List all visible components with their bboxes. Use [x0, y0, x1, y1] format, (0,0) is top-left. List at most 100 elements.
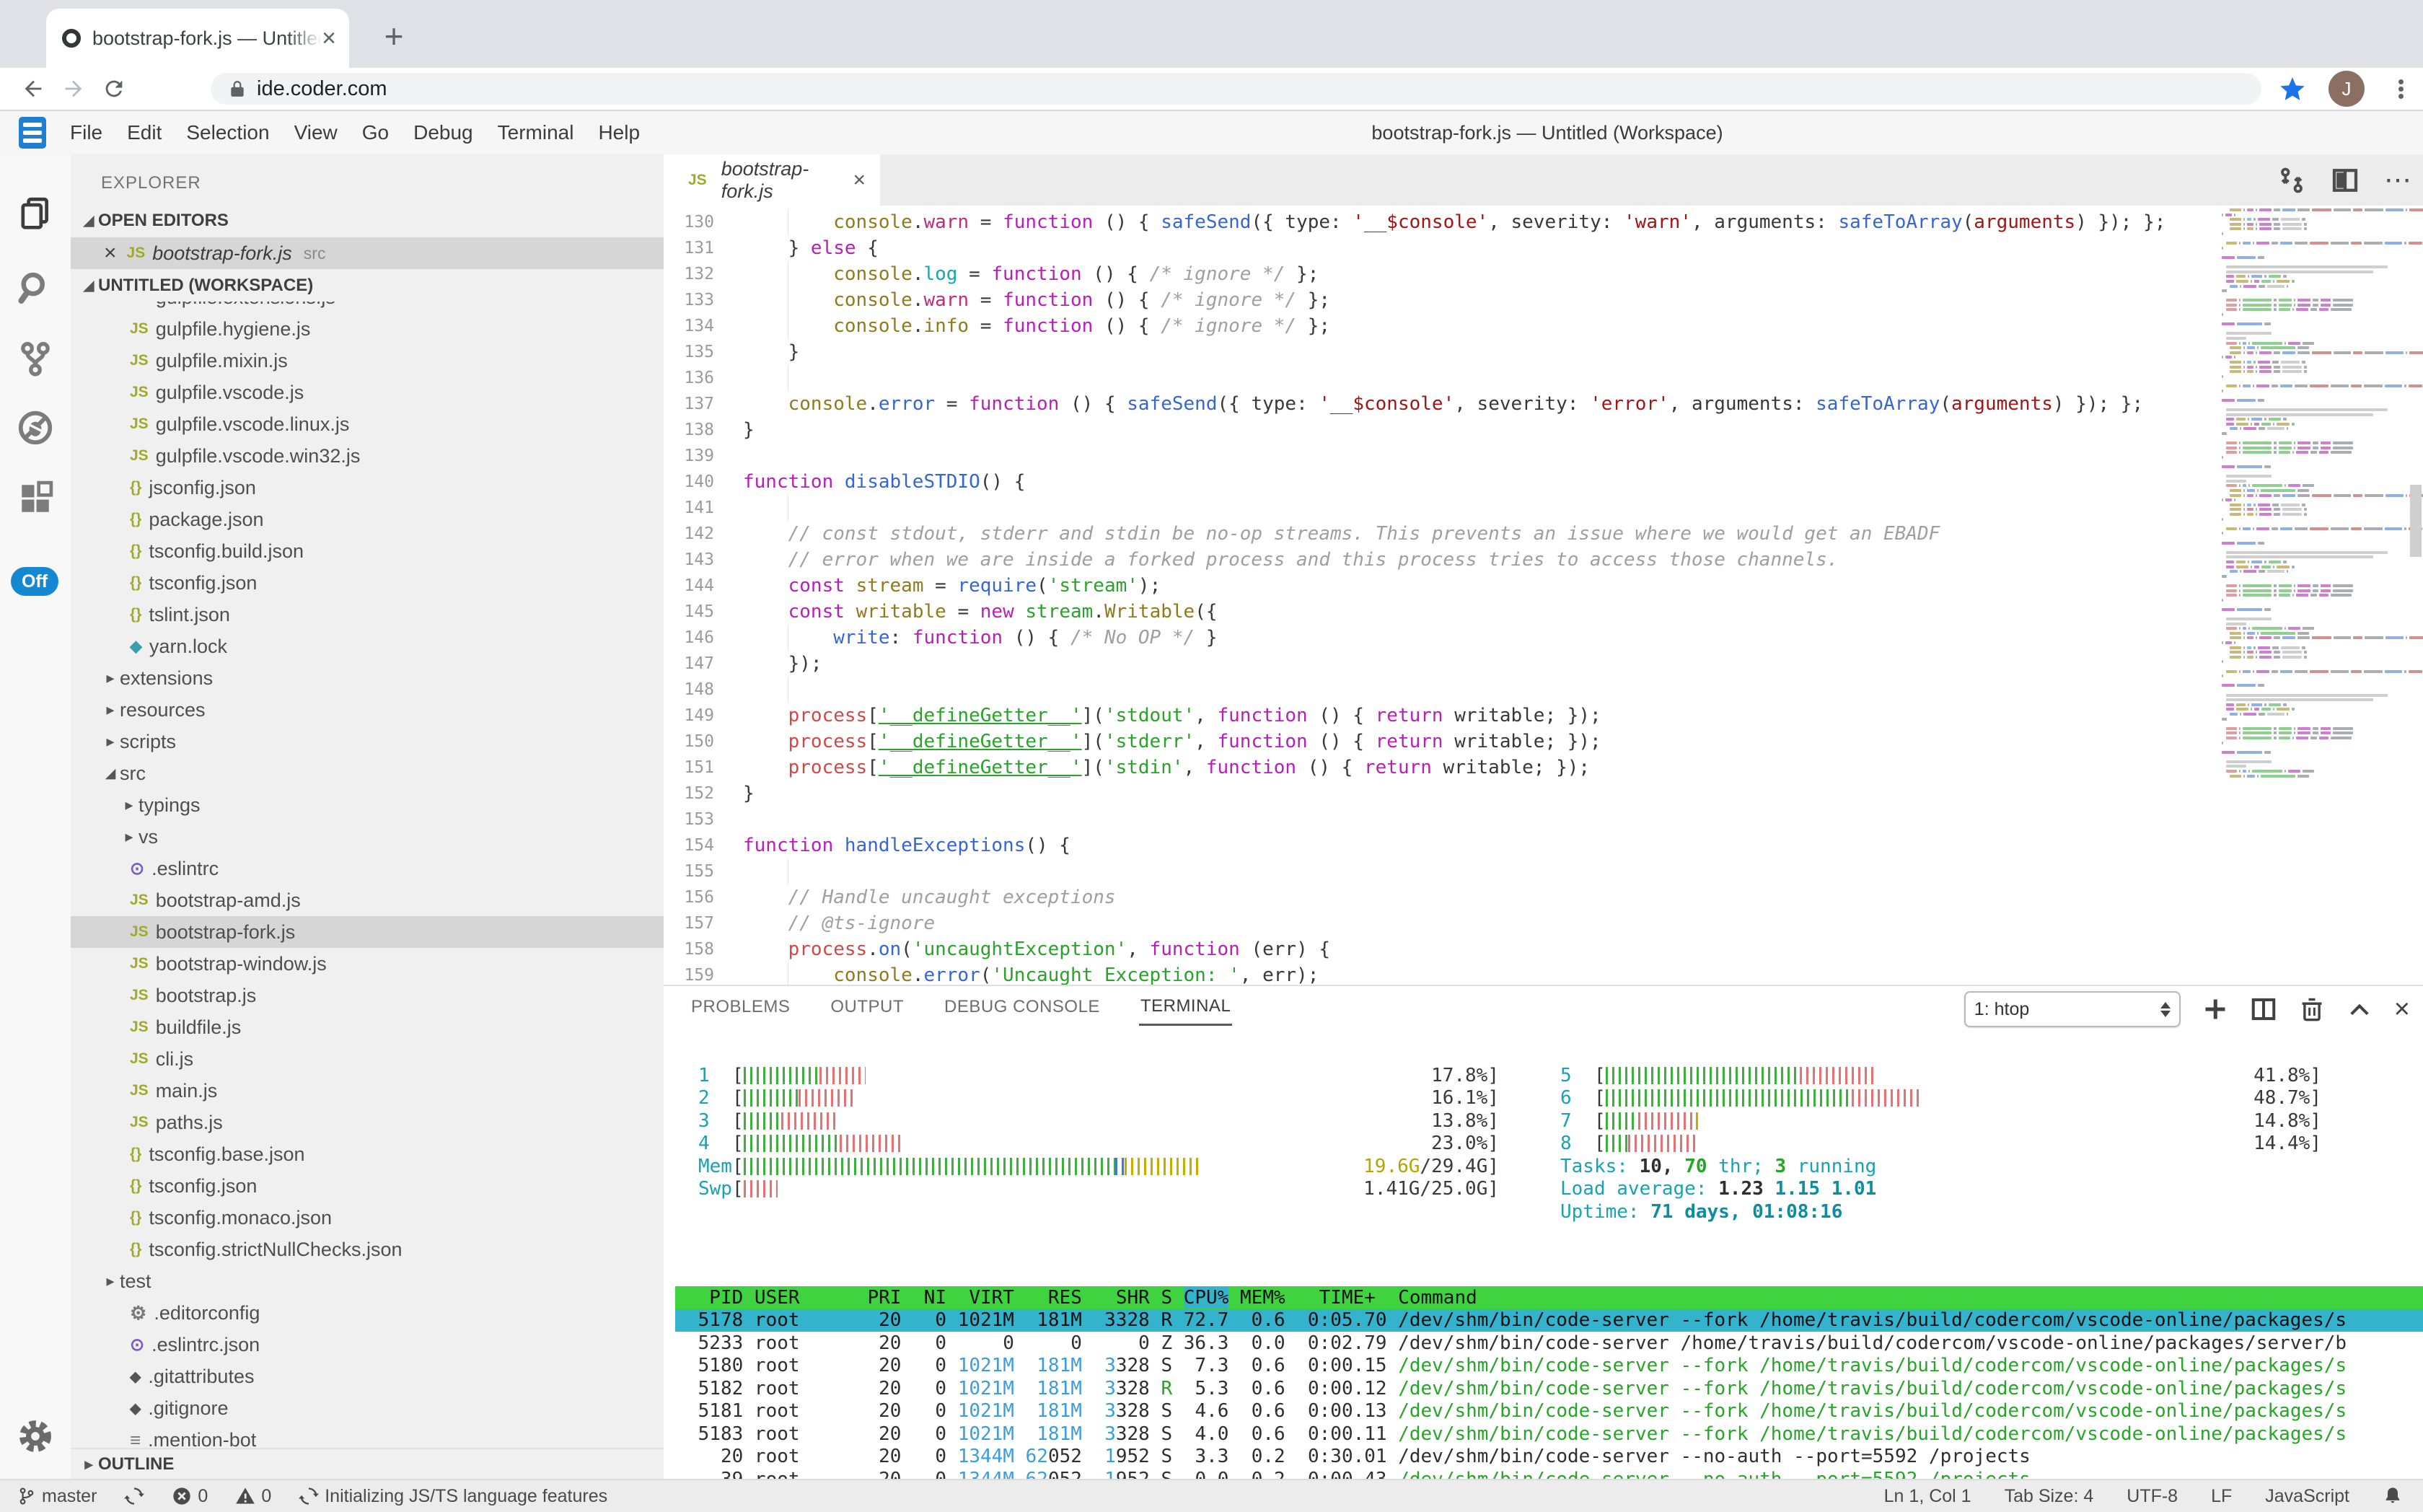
- forward-icon[interactable]: [53, 69, 94, 109]
- off-badge[interactable]: Off: [11, 567, 58, 596]
- explorer-icon[interactable]: [0, 180, 71, 245]
- split-terminal-icon[interactable]: [2250, 995, 2277, 1023]
- process-row[interactable]: 5181 root 20 0 1021M 181M 3328 S 4.6 0.6…: [675, 1400, 2423, 1423]
- tree-item[interactable]: ▸test: [71, 1265, 664, 1297]
- workspace-header[interactable]: ◢ UNTITLED (WORKSPACE): [71, 270, 664, 302]
- editor-scrollbar[interactable]: [2410, 485, 2422, 557]
- toggle-editor-layout-icon[interactable]: [2277, 166, 2306, 195]
- search-icon[interactable]: [0, 255, 71, 320]
- tree-item[interactable]: ⊙.eslintrc.json: [71, 1329, 664, 1361]
- menu-item-go[interactable]: Go: [350, 121, 401, 144]
- code-editor[interactable]: 130 console.warn = function () { safeSen…: [664, 206, 2423, 985]
- editor-tab[interactable]: JS bootstrap-fork.js ×: [664, 154, 880, 206]
- open-editors-header[interactable]: ◢ OPEN EDITORS: [71, 205, 664, 237]
- reload-icon[interactable]: [94, 69, 134, 109]
- menu-item-help[interactable]: Help: [586, 121, 652, 144]
- open-editor-item[interactable]: × JS bootstrap-fork.js src: [71, 237, 664, 269]
- tree-item[interactable]: ▸typings: [71, 789, 664, 821]
- tree-item[interactable]: {}package.json: [71, 504, 664, 535]
- htop-table-header[interactable]: PID USER PRI NI VIRT RES SHR S CPU% MEM%…: [675, 1286, 2423, 1309]
- debug-disabled-icon[interactable]: [0, 395, 71, 460]
- tree-item[interactable]: ▸scripts: [71, 726, 664, 757]
- extensions-icon[interactable]: [0, 466, 71, 531]
- status-warning[interactable]: 0: [235, 1486, 271, 1507]
- status-utf-8[interactable]: UTF-8: [2127, 1486, 2178, 1507]
- tree-item[interactable]: {}tsconfig.build.json: [71, 535, 664, 567]
- minimap[interactable]: [2222, 208, 2406, 779]
- status-tab-size-4[interactable]: Tab Size: 4: [2005, 1486, 2094, 1507]
- panel-tab-debug-console[interactable]: DEBUG CONSOLE: [943, 990, 1101, 1024]
- more-actions-icon[interactable]: ⋯: [2384, 167, 2411, 194]
- tree-item[interactable]: {}tsconfig.strictNullChecks.json: [71, 1234, 664, 1265]
- status-error[interactable]: 0: [172, 1486, 208, 1507]
- notifications-bell[interactable]: [2383, 1485, 2403, 1507]
- tree-item[interactable]: JSbuildfile.js: [71, 1011, 664, 1043]
- tree-item[interactable]: ⚙.editorconfig: [71, 1297, 664, 1329]
- tree-item[interactable]: {}tslint.json: [71, 599, 664, 630]
- menu-item-selection[interactable]: Selection: [174, 121, 281, 144]
- tree-item[interactable]: ▸vs: [71, 821, 664, 853]
- tree-item[interactable]: ◆.gitattributes: [71, 1361, 664, 1392]
- tree-item[interactable]: JSbootstrap-fork.js: [71, 916, 664, 948]
- status-javascript[interactable]: JavaScript: [2265, 1486, 2349, 1507]
- source-control-icon[interactable]: [0, 326, 71, 391]
- menu-item-edit[interactable]: Edit: [115, 121, 174, 144]
- process-row[interactable]: 5182 root 20 0 1021M 181M 3328 R 5.3 0.6…: [675, 1377, 2423, 1400]
- status-sync[interactable]: [124, 1486, 144, 1506]
- tree-item[interactable]: ◆.gitignore: [71, 1392, 664, 1424]
- new-terminal-icon[interactable]: [2202, 996, 2228, 1022]
- tree-item[interactable]: ⊙.eslintrc: [71, 853, 664, 884]
- split-editor-icon[interactable]: [2331, 166, 2360, 195]
- settings-gear-icon[interactable]: [0, 1404, 71, 1469]
- tree-item[interactable]: JSgulpfile.vscode.js: [71, 377, 664, 408]
- terminal-select[interactable]: 1: htop: [1964, 991, 2181, 1027]
- browser-tab[interactable]: bootstrap-fork.js — Untitled (W ×: [46, 9, 349, 68]
- tree-item[interactable]: {}tsconfig.base.json: [71, 1138, 664, 1170]
- tree-item[interactable]: ◢src: [71, 757, 664, 789]
- menu-item-debug[interactable]: Debug: [401, 121, 485, 144]
- process-row[interactable]: 5183 root 20 0 1021M 181M 3328 S 4.0 0.6…: [675, 1423, 2423, 1446]
- tree-item[interactable]: {}tsconfig.json: [71, 567, 664, 599]
- tree-item[interactable]: JSbootstrap-window.js: [71, 948, 664, 980]
- kill-terminal-icon[interactable]: [2299, 995, 2325, 1023]
- tree-item[interactable]: JScli.js: [71, 1043, 664, 1075]
- menu-item-file[interactable]: File: [58, 121, 115, 144]
- menu-item-view[interactable]: View: [282, 121, 350, 144]
- tree-item[interactable]: JSbootstrap-amd.js: [71, 884, 664, 916]
- tree-item[interactable]: ▸extensions: [71, 662, 664, 694]
- url-bar[interactable]: ide.coder.com: [211, 73, 2261, 105]
- status-lf[interactable]: LF: [2211, 1486, 2232, 1507]
- process-row[interactable]: 5233 root 20 0 0 0 0 Z 36.3 0.0 0:02.79 …: [675, 1332, 2423, 1355]
- bookmark-star-icon[interactable]: [2278, 75, 2307, 104]
- panel-tab-problems[interactable]: PROBLEMS: [690, 990, 791, 1024]
- avatar[interactable]: J: [2329, 71, 2365, 107]
- menu-item-terminal[interactable]: Terminal: [485, 121, 586, 144]
- status-spin[interactable]: Initializing JS/TS language features: [299, 1486, 607, 1507]
- tree-item[interactable]: JSgulpfile.hygiene.js: [71, 313, 664, 345]
- close-panel-icon[interactable]: ×: [2394, 995, 2410, 1023]
- tree-item[interactable]: ◆yarn.lock: [71, 630, 664, 662]
- tree-item[interactable]: {}tsconfig.json: [71, 1170, 664, 1202]
- tree-item[interactable]: JSbootstrap.js: [71, 980, 664, 1011]
- process-row[interactable]: 5178 root 20 0 1021M 181M 3328 R 72.7 0.…: [675, 1309, 2423, 1332]
- tree-item[interactable]: {}jsconfig.json: [71, 472, 664, 504]
- status-ln-1-col-1[interactable]: Ln 1, Col 1: [1884, 1486, 1971, 1507]
- tab-close-icon[interactable]: ×: [322, 26, 336, 50]
- process-row[interactable]: 5180 root 20 0 1021M 181M 3328 S 7.3 0.6…: [675, 1355, 2423, 1378]
- status-branch[interactable]: master: [17, 1485, 97, 1507]
- back-icon[interactable]: [13, 69, 53, 109]
- maximize-panel-icon[interactable]: [2347, 996, 2373, 1022]
- panel-tab-output[interactable]: OUTPUT: [829, 990, 905, 1024]
- tree-item[interactable]: {}tsconfig.monaco.json: [71, 1202, 664, 1234]
- process-row[interactable]: 20 root 20 0 1344M 62052 1952 S 3.3 0.2 …: [675, 1446, 2423, 1469]
- tree-item[interactable]: JSmain.js: [71, 1075, 664, 1107]
- tree-item[interactable]: ▸resources: [71, 694, 664, 726]
- tree-item[interactable]: JSgulpfile.mixin.js: [71, 345, 664, 377]
- tree-item[interactable]: JSgulpfile.vscode.win32.js: [71, 440, 664, 472]
- new-tab-button[interactable]: +: [374, 16, 414, 56]
- outline-header[interactable]: ▸ OUTLINE: [71, 1448, 664, 1479]
- panel-tab-terminal[interactable]: TERMINAL: [1139, 989, 1232, 1026]
- editor-tab-close-icon[interactable]: ×: [853, 168, 866, 193]
- close-editor-icon[interactable]: ×: [104, 241, 117, 265]
- browser-menu-icon[interactable]: [2385, 72, 2417, 105]
